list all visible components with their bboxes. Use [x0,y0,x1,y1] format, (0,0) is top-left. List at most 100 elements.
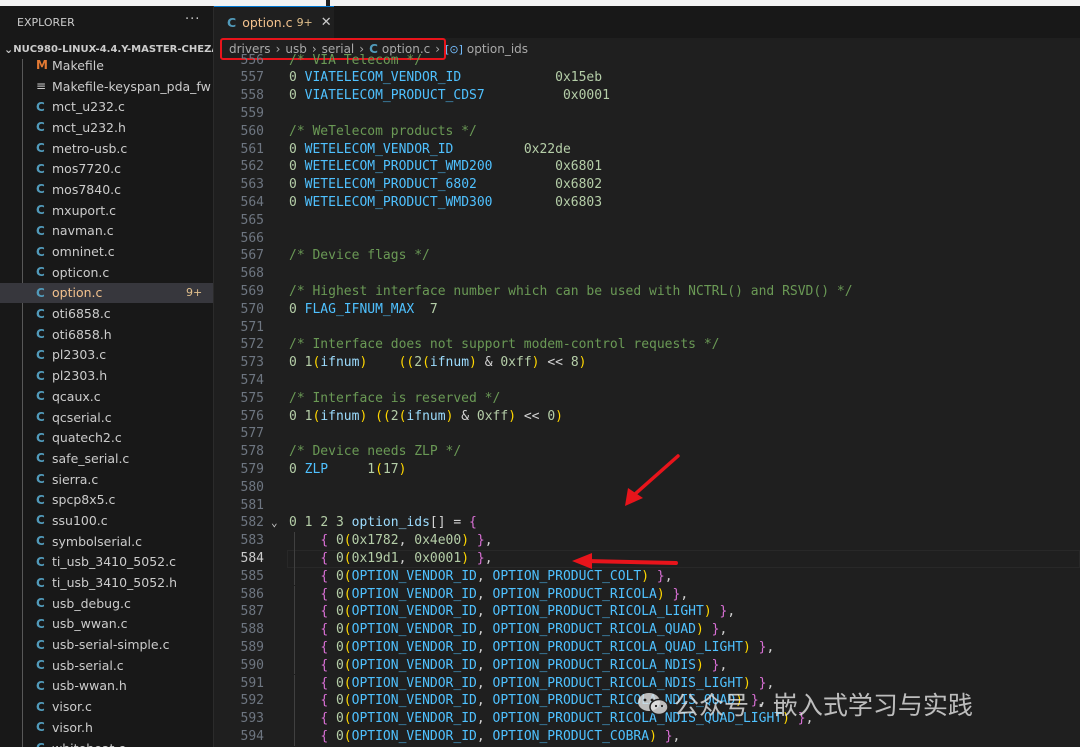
code-line[interactable]: 582 ⌄ 0 1 2 3 option_ids[] = { [214,514,1080,532]
file-item[interactable]: Cwhiteheat.c [0,738,214,747]
file-item[interactable]: Cusb_wwan.c [0,614,214,635]
file-item[interactable]: Csymbolserial.c [0,531,214,552]
file-item[interactable]: Copticon.c [0,262,214,283]
close-icon[interactable]: ✕ [321,15,332,30]
more-actions-icon[interactable]: ··· [185,12,200,27]
c-file-icon: C [36,576,52,590]
line-number: 566 [214,230,264,248]
root-folder-label: NUC980-LINUX-4.4.Y-MASTER-CHEZAI-1 [13,44,214,55]
c-file-icon: C [36,182,52,196]
c-file-icon: C [36,327,52,341]
code-text: { 0(OPTION_VENDOR_ID, OPTION_PRODUCT_RI… [289,586,688,604]
file-item[interactable]: Cssu100.c [0,510,214,531]
code-line[interactable]: 588 { 0(OPTION_VENDOR_ID, OPTION_PRODUC… [214,621,1080,639]
code-line[interactable]: 575 /* Interface is reserved */ [214,390,1080,408]
line-number: 574 [214,372,264,390]
file-item[interactable]: Cspcp8x5.c [0,489,214,510]
code-line[interactable]: 567 /* Device flags */ [214,247,1080,265]
code-text: 0 FLAG_IFNUM_MAX 7 [289,301,438,319]
code-line[interactable]: 563 0 WETELECOM_PRODUCT_6802 0x6802 [214,176,1080,194]
line-number: 581 [214,497,264,515]
code-line[interactable]: 557 0 VIATELECOM_VENDOR_ID 0x15eb [214,69,1080,87]
line-number: 565 [214,212,264,230]
file-name: mos7720.c [52,161,121,176]
code-line[interactable]: 572 /* Interface does not support modem-c… [214,336,1080,354]
explorer-header: EXPLORER ··· [0,6,213,38]
c-file-icon: C [36,162,52,176]
code-line[interactable]: 568 [214,265,1080,283]
explorer-sidebar: EXPLORER ··· ⌄ NUC980-LINUX-4.4.Y-MASTER… [0,6,214,747]
code-line[interactable]: 574 [214,372,1080,390]
file-item[interactable]: Cti_usb_3410_5052.h [0,572,214,593]
code-line[interactable]: 560 /* WeTelecom products */ [214,123,1080,141]
c-file-icon: C [36,389,52,403]
tab-label: option.c [242,15,292,30]
code-line[interactable]: 559 [214,105,1080,123]
file-name: omninet.c [52,244,115,259]
file-item[interactable]: Cti_usb_3410_5052.c [0,552,214,573]
file-item[interactable]: Cmos7720.c [0,158,214,179]
code-line[interactable]: 564 0 WETELECOM_PRODUCT_WMD300 0x6803 [214,194,1080,212]
line-number: 588 [214,621,264,639]
line-number: 560 [214,123,264,141]
file-item[interactable]: Cusb_debug.c [0,593,214,614]
file-item[interactable]: Cpl2303.c [0,345,214,366]
code-line[interactable]: 571 [214,319,1080,337]
code-line[interactable]: 590 { 0(OPTION_VENDOR_ID, OPTION_PRODUC… [214,657,1080,675]
file-item[interactable]: Cmct_u232.c [0,96,214,117]
c-file-icon: C [36,141,52,155]
file-item[interactable]: Cusb-serial.c [0,655,214,676]
file-name: navman.c [52,223,114,238]
fold-chevron-icon[interactable]: ⌄ [271,514,278,532]
file-item[interactable]: Coti6858.c [0,303,214,324]
file-item[interactable]: Csafe_serial.c [0,448,214,469]
code-line[interactable]: 573 0 1(ifnum) ((2(ifnum) & 0xff) << 8… [214,354,1080,372]
line-number: 584 [214,550,264,568]
file-item[interactable]: Cnavman.c [0,221,214,242]
code-line[interactable]: 562 0 WETELECOM_PRODUCT_WMD200 0x6801 [214,158,1080,176]
code-line[interactable]: 569 /* Highest interface number which can… [214,283,1080,301]
file-item[interactable]: Coti6858.h [0,324,214,345]
tab-option-c[interactable]: C option.c 9+ ✕ [214,6,334,38]
code-line[interactable]: 556 /* VIA Telecom */ [214,52,1080,70]
file-item[interactable]: Cusb-serial-simple.c [0,634,214,655]
code-line[interactable]: 577 [214,425,1080,443]
file-name: visor.h [52,720,93,735]
chevron-down-icon[interactable]: ⌄ [4,43,13,56]
c-file-icon: C [36,679,52,693]
file-name: ti_usb_3410_5052.c [52,554,176,569]
code-line[interactable]: 570 0 FLAG_IFNUM_MAX 7 [214,301,1080,319]
code-line[interactable]: 589 { 0(OPTION_VENDOR_ID, OPTION_PRODUC… [214,639,1080,657]
file-item[interactable]: Cqcserial.c [0,407,214,428]
code-line[interactable]: 566 [214,230,1080,248]
code-text: 0 WETELECOM_PRODUCT_WMD200 0x6801 [289,158,602,176]
file-item[interactable]: Cmct_u232.h [0,117,214,138]
c-file-icon: C [36,741,52,747]
file-item[interactable]: ≡ Makefile-keyspan_pda_fw [0,76,214,97]
file-item[interactable]: Cusb-wwan.h [0,676,214,697]
code-line[interactable]: 587 { 0(OPTION_VENDOR_ID, OPTION_PRODUC… [214,603,1080,621]
code-line[interactable]: 576 0 1(ifnum) ((2(ifnum) & 0xff) << 0… [214,408,1080,426]
code-line[interactable]: 586 { 0(OPTION_VENDOR_ID, OPTION_PRODUC… [214,586,1080,604]
file-item[interactable]: M Makefile [0,55,214,76]
file-item[interactable]: Cmxuport.c [0,200,214,221]
file-item[interactable]: Cvisor.h [0,717,214,738]
file-item[interactable]: Cmetro-usb.c [0,138,214,159]
file-name: oti6858.h [52,327,112,342]
code-line[interactable]: 561 0 WETELECOM_VENDOR_ID 0x22de [214,141,1080,159]
file-item[interactable]: Cpl2303.h [0,365,214,386]
file-name: quatech2.c [52,430,122,445]
file-name: pl2303.h [52,368,107,383]
file-item[interactable]: Cmos7840.c [0,179,214,200]
file-item[interactable]: Comninet.c [0,241,214,262]
file-item[interactable]: Cquatech2.c [0,427,214,448]
file-item[interactable]: Cqcaux.c [0,386,214,407]
code-line[interactable]: 565 [214,212,1080,230]
c-file-icon: C [36,596,52,610]
file-item[interactable]: Csierra.c [0,469,214,490]
code-line[interactable]: 594 { 0(OPTION_VENDOR_ID, OPTION_PRODUC… [214,728,1080,746]
file-item[interactable]: Coption.c 9+ [0,283,214,304]
c-file-icon: C [36,120,52,134]
file-item[interactable]: Cvisor.c [0,696,214,717]
code-line[interactable]: 558 0 VIATELECOM_PRODUCT_CDS7 0x0001 [214,87,1080,105]
